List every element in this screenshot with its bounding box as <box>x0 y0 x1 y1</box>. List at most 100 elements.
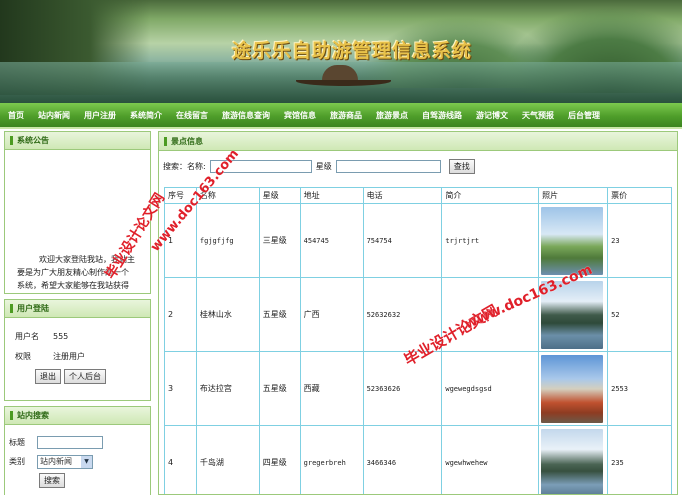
star-search-label: 星级 <box>315 161 332 171</box>
table-row[interactable]: 2 桂林山水 五星级 广西 52632632 52 <box>164 277 672 352</box>
nav-register[interactable]: 用户注册 <box>84 110 116 121</box>
cell-phone: 3466346 <box>362 425 443 494</box>
cell-star: 五星级 <box>258 351 301 426</box>
attraction-photo[interactable] <box>541 354 604 423</box>
site-search-panel: 站内搜索 标题 类别 站内新闻 ▼ 搜索 <box>4 406 151 495</box>
cell-phone: 52632632 <box>362 277 443 352</box>
cell-address: gregerbreh <box>299 425 364 494</box>
col-intro: 简介 <box>441 187 540 204</box>
site-search-title: 站内搜索 <box>17 411 49 420</box>
nav-about[interactable]: 系统简介 <box>130 110 162 121</box>
search-submit-row: 搜索 <box>9 471 150 490</box>
search-type-value: 站内新闻 <box>40 457 72 466</box>
bullet-icon <box>10 136 13 145</box>
cell-price: 23 <box>607 203 672 278</box>
nav-travel-query[interactable]: 旅游信息查询 <box>222 110 270 121</box>
search-title-row: 标题 <box>9 433 150 452</box>
nav-blog[interactable]: 游记博文 <box>476 110 508 121</box>
bullet-icon <box>10 411 13 420</box>
attractions-header: 景点信息 <box>159 132 677 151</box>
login-panel: 用户登陆 用户名 555 权限 注册用户 退出 个人后台 <box>4 299 151 401</box>
cell-price: 52 <box>607 277 672 352</box>
cell-no: 2 <box>164 277 197 352</box>
nav-news[interactable]: 站内新闻 <box>38 110 70 121</box>
notice-line: 要是为广大朋友精心制作的一个 <box>17 268 129 277</box>
site-search-button[interactable]: 搜索 <box>39 473 65 488</box>
cell-name: fgjgfjfg <box>195 203 260 278</box>
nav-admin[interactable]: 后台管理 <box>568 110 600 121</box>
notice-line: 系统，希望大家能够在我站获得 <box>17 281 129 290</box>
nav-message[interactable]: 在线留言 <box>176 110 208 121</box>
cell-price: 2553 <box>607 351 672 426</box>
col-photo: 照片 <box>538 187 609 204</box>
col-address: 地址 <box>299 187 364 204</box>
cell-intro <box>441 277 540 352</box>
nav-home[interactable]: 首页 <box>8 110 24 121</box>
cell-no: 4 <box>164 425 197 494</box>
attraction-photo[interactable] <box>541 428 604 494</box>
search-type-label: 类别 <box>9 457 25 466</box>
attraction-photo[interactable] <box>541 206 604 275</box>
cell-intro: wgewhwehew <box>441 425 540 494</box>
attractions-table: 序号 名称 星级 地址 电话 简介 照片 票价 1 fgjgfjfg 三星级 4… <box>164 187 672 494</box>
site-search-body: 标题 类别 站内新闻 ▼ 搜索 <box>5 425 150 495</box>
cell-photo <box>538 351 609 426</box>
star-search-input[interactable] <box>335 159 441 173</box>
notice-title: 系统公告 <box>17 136 49 145</box>
login-body: 用户名 555 权限 注册用户 退出 个人后台 <box>5 318 150 400</box>
nav-hotels[interactable]: 宾馆信息 <box>284 110 316 121</box>
cell-photo <box>538 425 609 494</box>
find-button[interactable]: 查找 <box>448 158 475 174</box>
cell-star: 四星级 <box>258 425 301 494</box>
bullet-icon <box>164 136 167 146</box>
col-name: 名称 <box>195 187 260 204</box>
name-search-input[interactable] <box>209 159 312 173</box>
site-search-header: 站内搜索 <box>5 407 150 425</box>
role-value: 注册用户 <box>53 351 85 361</box>
nav-attractions[interactable]: 旅游景点 <box>376 110 408 121</box>
table-row[interactable]: 1 fgjgfjfg 三星级 454745 754754 trjrtjrt 23 <box>164 203 672 278</box>
notice-header: 系统公告 <box>5 132 150 150</box>
nav-goods[interactable]: 旅游商品 <box>330 110 362 121</box>
col-price: 票价 <box>607 187 672 204</box>
cell-photo <box>538 277 609 352</box>
name-search-label: 搜索：名称: <box>163 161 206 171</box>
table-row[interactable]: 3 布达拉宫 五星级 西藏 52363626 wgewegdsgsd 2553 <box>164 351 672 426</box>
cell-star: 三星级 <box>258 203 301 278</box>
notice-line: 欢迎大家登陆我站，我站主 <box>39 255 135 264</box>
login-header: 用户登陆 <box>5 300 150 318</box>
notice-body: 欢迎大家登陆我站，我站主 要是为广大朋友精心制作的一个 系统，希望大家能够在我站… <box>5 150 150 293</box>
cell-no: 1 <box>164 203 197 278</box>
cell-photo <box>538 203 609 278</box>
search-title-input[interactable] <box>37 436 103 449</box>
cell-name: 千岛湖 <box>195 425 260 494</box>
col-phone: 电话 <box>362 187 443 204</box>
nav-drive-routes[interactable]: 自驾游线路 <box>422 110 462 121</box>
table-row[interactable]: 4 千岛湖 四星级 gregerbreh 3466346 wgewhwehew … <box>164 425 672 494</box>
cell-intro: trjrtjrt <box>441 203 540 278</box>
cell-phone: 754754 <box>362 203 443 278</box>
cell-address: 454745 <box>299 203 364 278</box>
attractions-panel: 景点信息 搜索：名称: 星级 查找 序号 名称 星级 地址 电话 简介 照片 票… <box>158 131 678 495</box>
username-label: 用户名 <box>15 331 39 341</box>
site-title: 途乐乐自助游管理信息系统 <box>231 40 472 62</box>
search-title-label: 标题 <box>9 438 25 447</box>
attractions-title: 景点信息 <box>171 136 203 146</box>
cell-no: 3 <box>164 351 197 426</box>
cell-address: 西藏 <box>299 351 364 426</box>
cell-phone: 52363626 <box>362 351 443 426</box>
notice-text: 欢迎大家登陆我站，我站主 要是为广大朋友精心制作的一个 系统，希望大家能够在我站… <box>17 253 147 292</box>
login-title: 用户登陆 <box>17 304 49 313</box>
nav-weather[interactable]: 天气预报 <box>522 110 554 121</box>
chevron-down-icon[interactable]: ▼ <box>81 455 92 468</box>
col-no: 序号 <box>164 187 197 204</box>
logout-button[interactable]: 退出 <box>35 368 61 384</box>
username-value: 555 <box>53 331 69 341</box>
col-star: 星级 <box>258 187 301 204</box>
role-label: 权限 <box>15 351 31 361</box>
attraction-photo[interactable] <box>541 280 604 349</box>
personal-backend-button[interactable]: 个人后台 <box>64 368 106 384</box>
bullet-icon <box>10 304 13 313</box>
search-type-select[interactable]: 站内新闻 ▼ <box>37 454 93 469</box>
cell-name: 布达拉宫 <box>195 351 260 426</box>
